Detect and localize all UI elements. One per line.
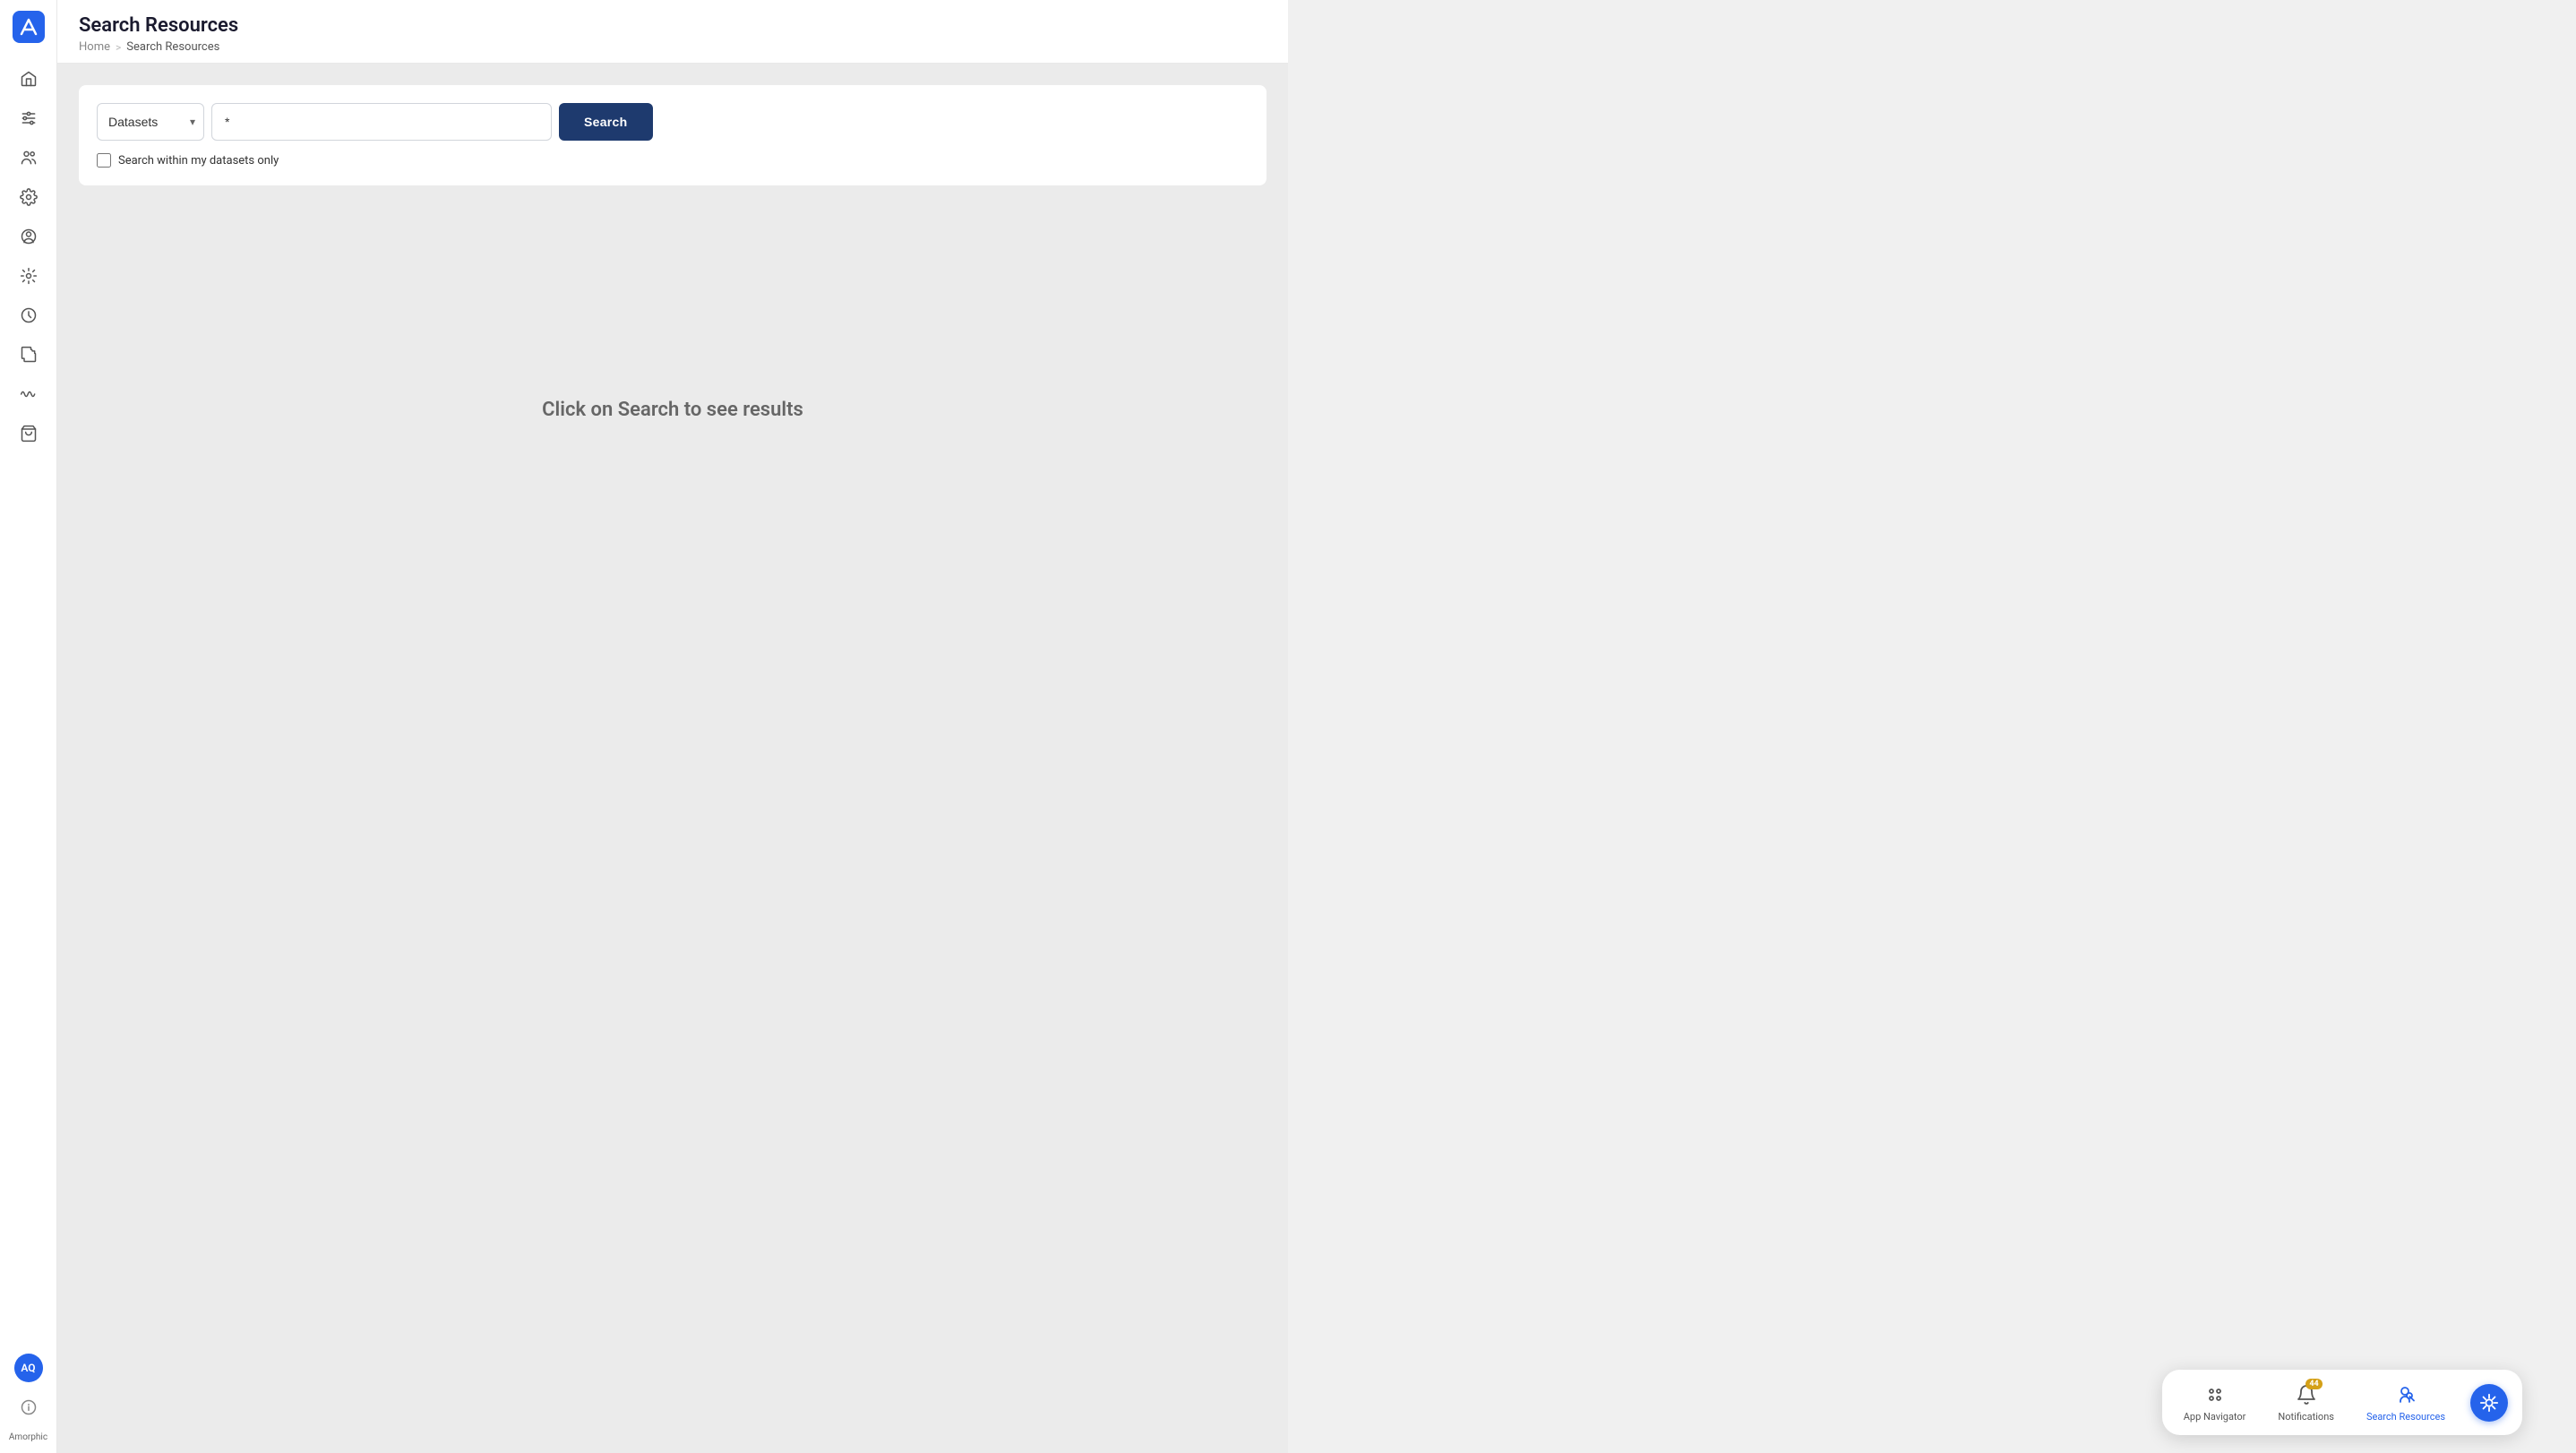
page-header: Search Resources Home > Search Resources	[57, 0, 1288, 64]
breadcrumb-separator: >	[116, 41, 121, 54]
user-avatar[interactable]: AQ	[14, 1354, 43, 1382]
search-button[interactable]: Search	[559, 103, 653, 141]
breadcrumb-current: Search Resources	[126, 40, 219, 54]
search-panel: Datasets Models Notebooks Pipelines ▾ Se…	[79, 85, 1267, 185]
bottom-dock: App Navigator 44 Notifications Search Re…	[2162, 1370, 2522, 1435]
notification-badge: 44	[2306, 1379, 2322, 1389]
empty-state: Click on Search to see results	[79, 185, 1267, 633]
content-area: Datasets Models Notebooks Pipelines ▾ Se…	[57, 64, 1288, 1453]
info-icon[interactable]	[11, 1389, 47, 1425]
dock-search-resources[interactable]: Search Resources	[2359, 1379, 2452, 1426]
empty-state-message: Click on Search to see results	[542, 399, 803, 421]
sidebar-nav	[11, 61, 47, 1354]
page-title: Search Resources	[79, 14, 1267, 37]
my-datasets-checkbox[interactable]	[97, 153, 111, 168]
dock-notifications-label: Notifications	[2278, 1411, 2334, 1423]
dock-apps-button[interactable]	[2470, 1384, 2508, 1422]
wave-icon[interactable]	[11, 376, 47, 412]
dock-app-navigator-label: App Navigator	[2184, 1411, 2246, 1423]
breadcrumb: Home > Search Resources	[79, 40, 1267, 54]
dock-notifications[interactable]: 44 Notifications	[2271, 1379, 2341, 1426]
group-icon[interactable]	[11, 140, 47, 176]
tune-icon[interactable]	[11, 100, 47, 136]
bell-icon: 44	[2294, 1382, 2319, 1407]
connections-icon[interactable]	[11, 258, 47, 294]
search-type-wrapper: Datasets Models Notebooks Pipelines ▾	[97, 103, 204, 141]
app-logo[interactable]	[13, 11, 45, 43]
gear-icon[interactable]	[11, 179, 47, 215]
sidebar: AQ Amorphic	[0, 0, 57, 1453]
sidebar-bottom: AQ Amorphic	[9, 1354, 47, 1442]
search-person-icon	[2393, 1382, 2418, 1407]
checkbox-label-text: Search within my datasets only	[118, 154, 279, 168]
dock-search-resources-label: Search Resources	[2366, 1411, 2445, 1423]
bag-icon[interactable]	[11, 416, 47, 451]
home-icon[interactable]	[11, 61, 47, 97]
checkbox-row: Search within my datasets only	[97, 153, 1249, 168]
dock-app-navigator[interactable]: App Navigator	[2177, 1379, 2254, 1426]
user-circle-icon[interactable]	[11, 219, 47, 254]
search-row: Datasets Models Notebooks Pipelines ▾ Se…	[97, 103, 1249, 141]
main-content: Search Resources Home > Search Resources…	[57, 0, 1288, 1453]
search-input[interactable]	[211, 103, 552, 141]
grid-icon	[2202, 1382, 2228, 1407]
sidebar-app-name: Amorphic	[9, 1432, 47, 1442]
breadcrumb-home[interactable]: Home	[79, 40, 110, 54]
my-datasets-checkbox-label[interactable]: Search within my datasets only	[97, 153, 279, 168]
search-type-select[interactable]: Datasets Models Notebooks Pipelines	[97, 103, 204, 141]
puzzle-icon[interactable]	[11, 337, 47, 373]
clock-icon[interactable]	[11, 297, 47, 333]
